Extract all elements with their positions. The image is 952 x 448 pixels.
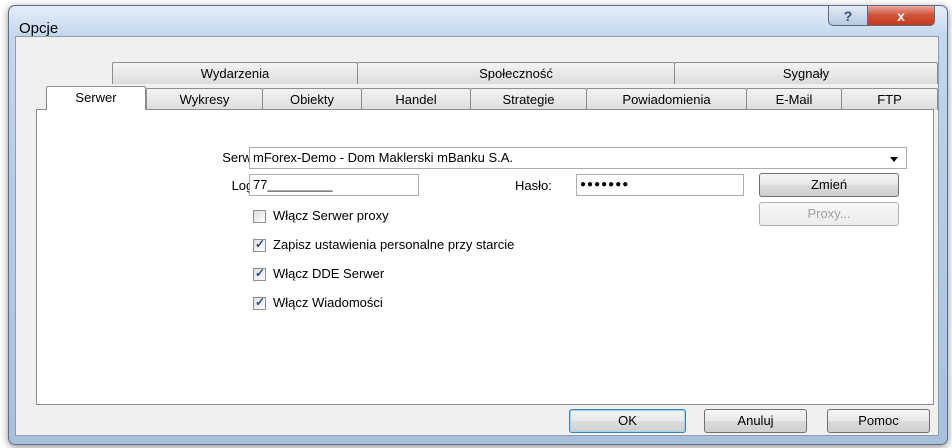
tab-label: Wykresy — [179, 92, 230, 107]
help-button-label: Pomoc — [858, 413, 899, 428]
password-field[interactable]: ●●●●●●● — [576, 174, 744, 196]
ok-button[interactable]: OK — [569, 409, 686, 433]
question-icon: ? — [843, 7, 853, 24]
checkbox-box[interactable]: ✓ — [253, 295, 266, 310]
server-tab-panel: Serwer: mForex-Demo - Dom Maklerski mBan… — [36, 109, 934, 405]
tab-serwer[interactable]: Serwer — [46, 86, 146, 110]
proxy-button[interactable]: Proxy... — [759, 202, 899, 226]
tab-label: Sygnały — [782, 66, 830, 81]
tab-label: Handel — [395, 92, 437, 107]
checkbox-label: Zapisz ustawienia personalne przy starci… — [273, 237, 515, 252]
checkbox-box[interactable]: ✓ — [253, 266, 266, 281]
checkbox-box[interactable] — [253, 210, 266, 223]
help-button[interactable]: Pomoc — [827, 409, 930, 433]
checkmark-icon: ✓ — [255, 295, 266, 309]
ok-button-label: OK — [618, 413, 637, 428]
window-title: Opcje — [19, 20, 59, 37]
options-dialog: Opcje ? x Wydarzenia Społeczność Sygnały… — [8, 5, 948, 445]
tab-label: FTP — [877, 92, 902, 107]
checkbox-label: Włącz Serwer proxy — [273, 208, 389, 223]
tab-strategie[interactable]: Strategie — [470, 88, 587, 110]
tab-label: Społeczność — [479, 66, 553, 81]
login-field[interactable]: 77_________ — [249, 174, 419, 196]
server-value: mForex-Demo - Dom Maklerski mBanku S.A. — [253, 150, 514, 165]
proxy-button-label: Proxy... — [807, 206, 851, 221]
checkbox-box[interactable]: ✓ — [253, 237, 266, 252]
tab-email[interactable]: E-Mail — [746, 88, 842, 110]
checkmark-icon: ✓ — [255, 266, 266, 280]
server-select[interactable]: mForex-Demo - Dom Maklerski mBanku S.A. — [249, 147, 907, 169]
title-bar — [9, 6, 947, 36]
tab-label: Serwer — [75, 90, 117, 105]
tab-sygnaly[interactable]: Sygnały — [674, 62, 938, 84]
password-value: ●●●●●●● — [580, 179, 630, 190]
dialog-body: Wydarzenia Społeczność Sygnały Serwer Wy… — [15, 36, 939, 436]
cancel-button-label: Anuluj — [737, 413, 774, 428]
tab-handel[interactable]: Handel — [361, 88, 471, 110]
tab-label: Obiekty — [289, 92, 335, 107]
tab-spolecznosc[interactable]: Społeczność — [357, 62, 675, 84]
dropdown-arrow-icon — [890, 157, 898, 162]
close-icon: x — [897, 7, 905, 24]
tab-label: E-Mail — [775, 92, 813, 107]
tab-label: Powiadomienia — [622, 92, 711, 107]
close-button[interactable]: x — [867, 6, 935, 26]
tab-label: Wydarzenia — [200, 66, 270, 81]
tab-obiekty[interactable]: Obiekty — [262, 88, 362, 110]
password-label: Hasło: — [515, 178, 552, 193]
help-caption-button[interactable]: ? — [828, 6, 868, 26]
change-button-label: Zmień — [810, 177, 848, 192]
checkmark-icon: ✓ — [255, 237, 266, 251]
tab-wydarzenia[interactable]: Wydarzenia — [112, 62, 358, 84]
cancel-button[interactable]: Anuluj — [704, 409, 807, 433]
login-value: 77_________ — [253, 177, 333, 192]
tab-ftp[interactable]: FTP — [841, 88, 938, 110]
checkbox-label: Włącz DDE Serwer — [273, 266, 385, 281]
tab-powiadomienia[interactable]: Powiadomienia — [586, 88, 747, 110]
tab-wykresy[interactable]: Wykresy — [146, 88, 263, 110]
checkbox-label: Włącz Wiadomości — [273, 295, 383, 310]
change-button[interactable]: Zmień — [759, 173, 899, 197]
tab-label: Strategie — [502, 92, 555, 107]
